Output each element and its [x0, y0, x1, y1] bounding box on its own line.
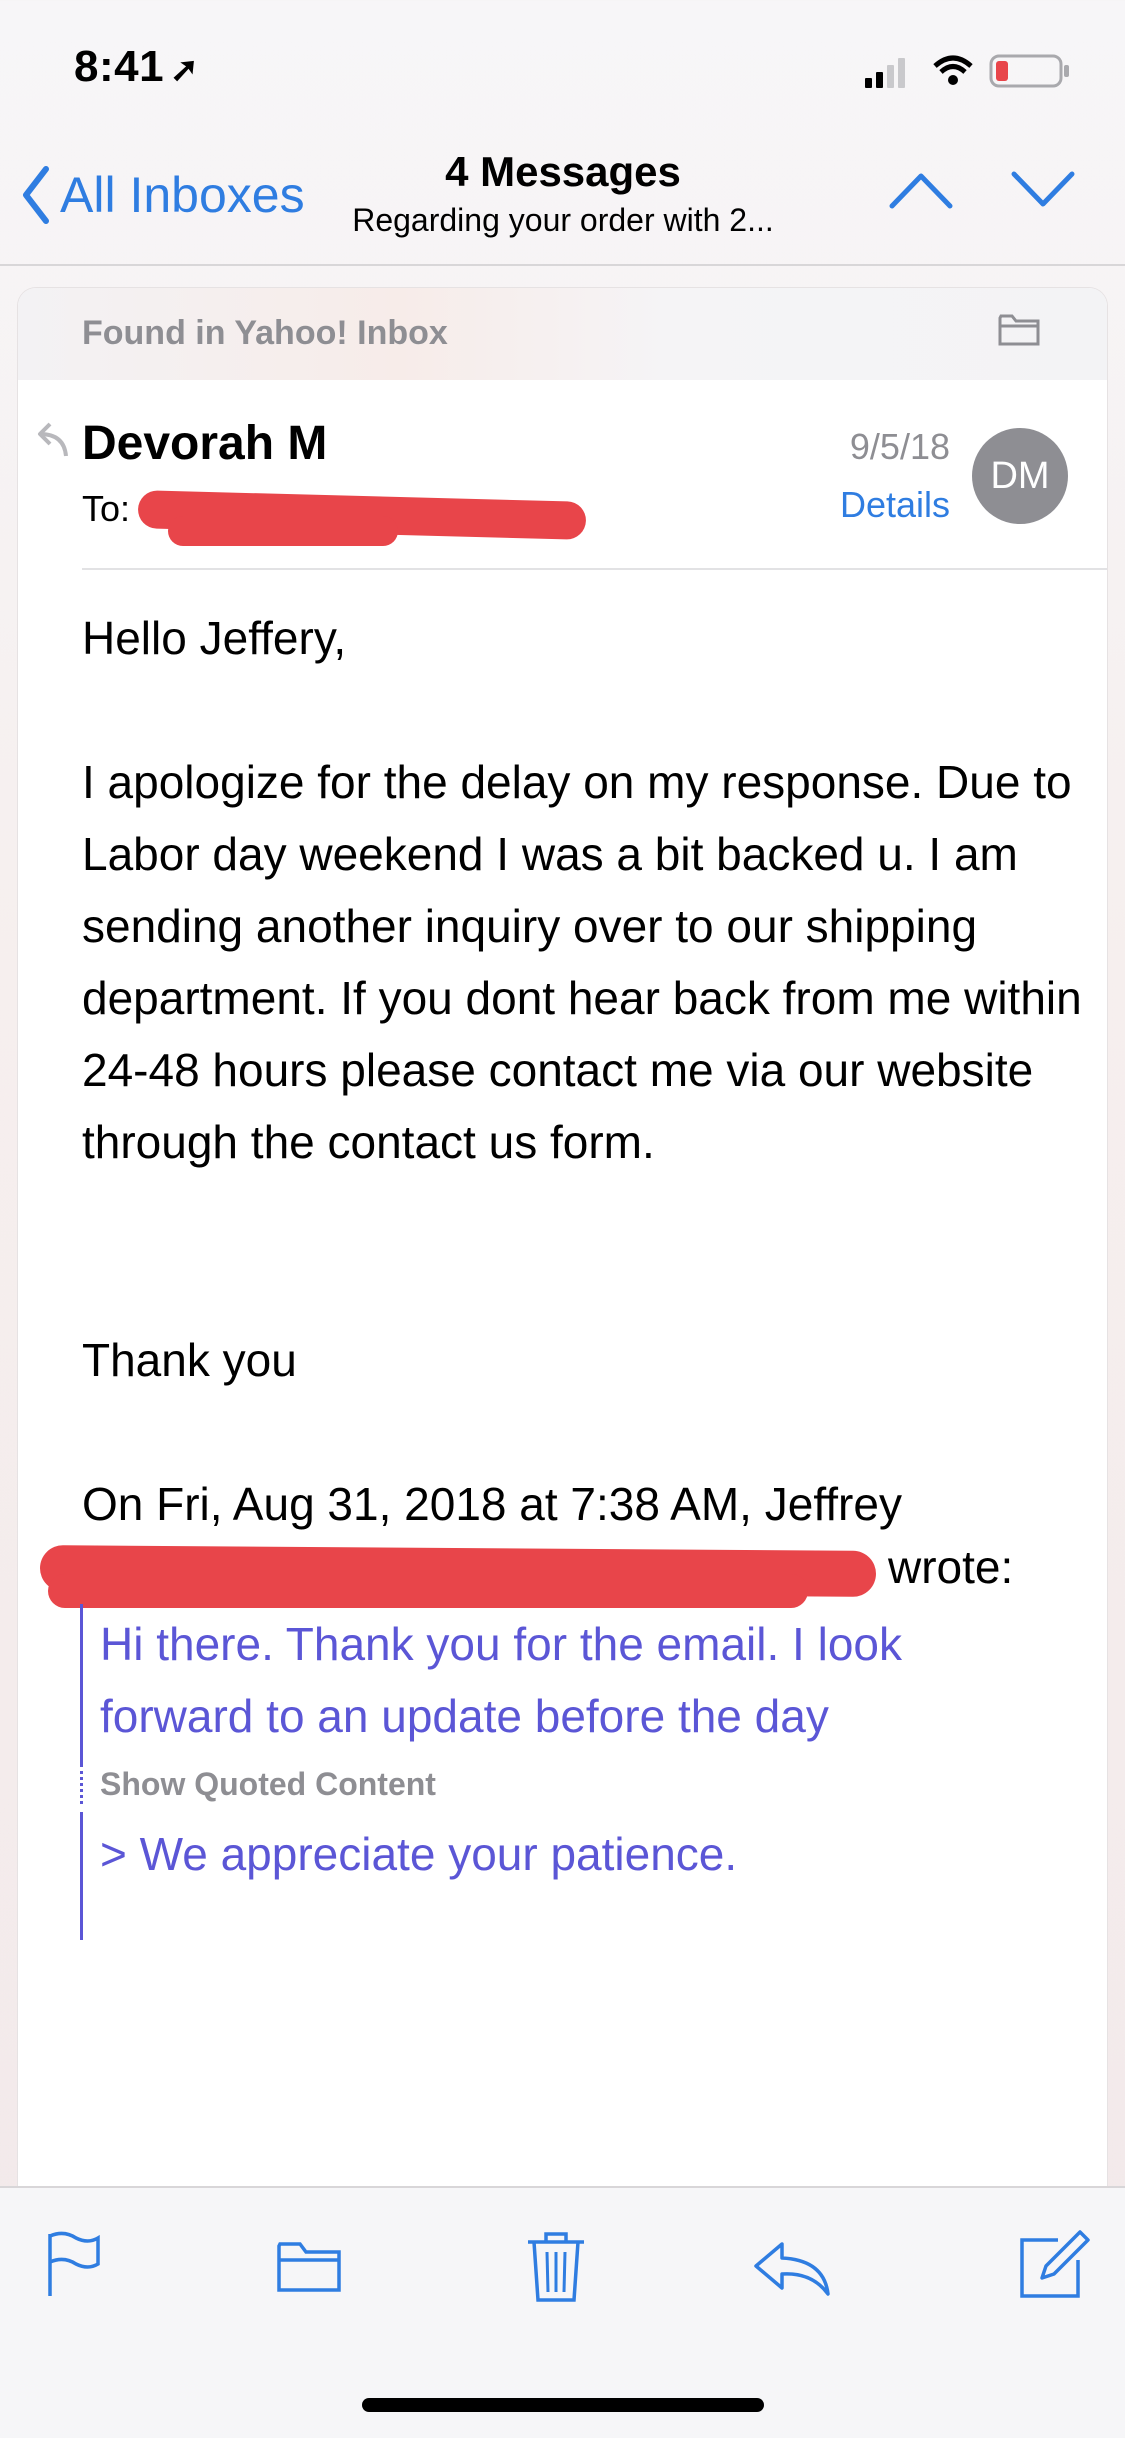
nav-title: 4 Messages Regarding your order with 2..…	[320, 148, 806, 239]
back-button[interactable]: All Inboxes	[20, 160, 305, 230]
status-icons	[865, 50, 1085, 90]
body-paragraph: I apologize for the delay on my response…	[82, 756, 1082, 1168]
chevron-up-icon	[889, 173, 953, 209]
compose-button[interactable]	[1018, 2228, 1090, 2305]
sender-avatar: DM	[972, 428, 1068, 524]
status-time: 8:41 ➚	[74, 42, 199, 92]
sender-name[interactable]: Devorah M	[82, 416, 327, 471]
signoff-text: Thank you	[82, 1334, 297, 1386]
flag-icon	[48, 2231, 100, 2296]
reply-icon	[754, 2242, 830, 2296]
replied-indicator	[36, 418, 72, 463]
to-label: To:	[82, 488, 131, 529]
quoted-text: Hi there. Thank you for the email. I loo…	[100, 1618, 902, 1670]
quote-header: On Fri, Aug 31, 2018 at 7:38 AM, Jeffrey	[82, 1478, 902, 1530]
thread-subject: Regarding your order with 2...	[352, 202, 774, 238]
location-arrow-icon: ➚	[170, 51, 200, 89]
message-card: Found in Yahoo! Inbox Devorah M To: 9/5/…	[18, 288, 1107, 2188]
home-indicator[interactable]	[362, 2398, 764, 2412]
move-to-folder-button[interactable]	[276, 2238, 342, 2299]
previous-message-button[interactable]	[888, 170, 954, 215]
show-quoted-content-button[interactable]: Show Quoted Content	[100, 1766, 436, 1803]
folder-icon	[998, 314, 1040, 346]
trash-icon	[528, 2232, 584, 2302]
quote-bar	[80, 1812, 83, 1940]
quote-collapsed-bar	[80, 1764, 83, 1804]
details-link[interactable]: Details	[778, 484, 950, 526]
found-in-label: Found in Yahoo! Inbox	[82, 314, 448, 352]
reply-arrow-icon	[38, 422, 68, 457]
header-divider	[82, 568, 1107, 570]
message-count: 4 Messages	[445, 148, 681, 195]
back-label: All Inboxes	[60, 167, 305, 223]
found-in-banner: Found in Yahoo! Inbox	[18, 288, 1107, 380]
quote-wrote: wrote:	[888, 1541, 1014, 1593]
compose-icon	[1020, 2230, 1090, 2298]
trash-button[interactable]	[526, 2230, 586, 2309]
chevron-left-icon	[23, 166, 49, 224]
reply-button[interactable]	[752, 2240, 832, 2301]
chevron-down-icon	[1011, 171, 1075, 207]
quoted-text: forward to an update before the day	[100, 1690, 829, 1742]
redaction-mark	[48, 1574, 808, 1608]
folder-icon	[277, 2242, 341, 2292]
nav-divider	[0, 264, 1125, 266]
message-date: 9/5/18	[849, 426, 950, 467]
next-message-button[interactable]	[1010, 170, 1076, 215]
redaction-mark	[168, 516, 398, 546]
mailbox-folder-button[interactable]	[998, 312, 1040, 351]
time-text: 8:41	[74, 42, 165, 91]
greeting-text: Hello Jeffery,	[82, 612, 347, 664]
flag-button[interactable]	[44, 2230, 104, 2305]
signal-wifi-battery-icons	[865, 54, 1069, 88]
quote-bar	[80, 1604, 83, 1764]
quoted-text: > We appreciate your patience.	[100, 1828, 738, 1880]
